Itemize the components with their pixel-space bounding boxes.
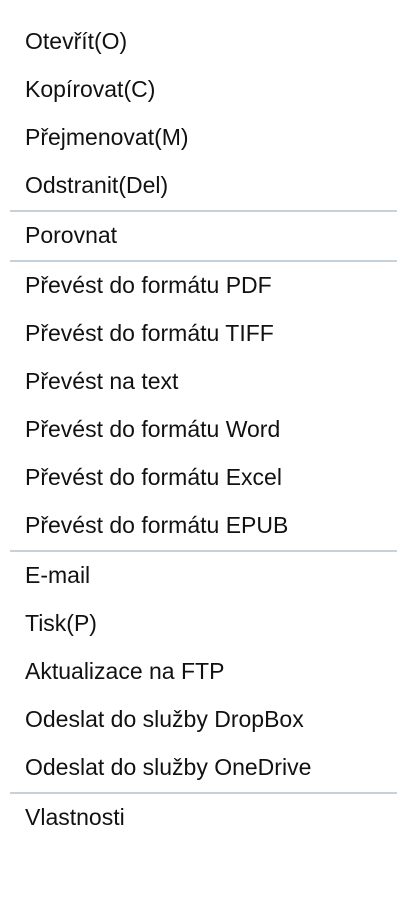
menu-item-print[interactable]: Tisk(P) — [0, 600, 403, 648]
menu-item-convert-excel[interactable]: Převést do formátu Excel — [0, 454, 403, 502]
context-menu: Otevřít(O) Kopírovat(C) Přejmenovat(M) O… — [0, 0, 403, 908]
menu-item-compare[interactable]: Porovnat — [0, 212, 403, 260]
menu-item-convert-epub[interactable]: Převést do formátu EPUB — [0, 502, 403, 550]
menu-item-copy[interactable]: Kopírovat(C) — [0, 66, 403, 114]
menu-item-convert-word[interactable]: Převést do formátu Word — [0, 406, 403, 454]
menu-item-rename[interactable]: Přejmenovat(M) — [0, 114, 403, 162]
menu-item-convert-text[interactable]: Převést na text — [0, 358, 403, 406]
menu-item-email[interactable]: E-mail — [0, 552, 403, 600]
menu-item-convert-pdf[interactable]: Převést do formátu PDF — [0, 262, 403, 310]
menu-item-properties[interactable]: Vlastnosti — [0, 794, 403, 842]
menu-item-convert-tiff[interactable]: Převést do formátu TIFF — [0, 310, 403, 358]
menu-item-send-dropbox[interactable]: Odeslat do služby DropBox — [0, 696, 403, 744]
menu-item-send-onedrive[interactable]: Odeslat do služby OneDrive — [0, 744, 403, 792]
menu-item-delete[interactable]: Odstranit(Del) — [0, 162, 403, 210]
menu-item-open[interactable]: Otevřít(O) — [0, 18, 403, 66]
menu-item-upload-ftp[interactable]: Aktualizace na FTP — [0, 648, 403, 696]
